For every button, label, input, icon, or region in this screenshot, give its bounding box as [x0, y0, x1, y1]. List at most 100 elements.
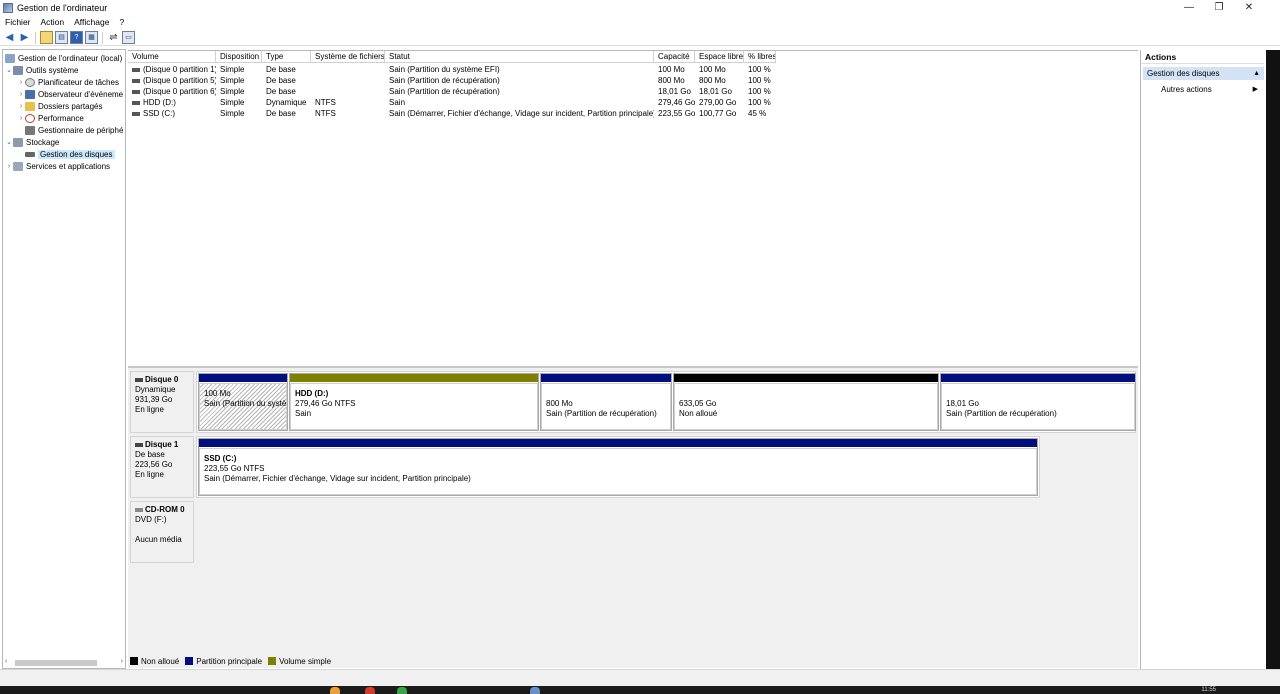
partition-recovery-5[interactable]: 800 Mo Sain (Partition de récupération)	[540, 373, 672, 431]
help-icon[interactable]: ?	[70, 31, 83, 44]
scroll-right-icon[interactable]: ›	[121, 658, 123, 665]
expand-chevron-icon[interactable]: ›	[17, 79, 25, 86]
table-cell: 100,77 Go	[699, 109, 737, 118]
minimize-button[interactable]: —	[1174, 0, 1204, 16]
volume-icon	[132, 89, 140, 94]
taskbar-computer-management-icon[interactable]	[530, 687, 540, 694]
actions-pane: Actions Gestion des disques ▲ Autres act…	[1140, 50, 1264, 669]
table-row-volume[interactable]: (Disque 0 partition 1)	[128, 64, 216, 75]
tree-item-shared-folders[interactable]: › Dossiers partagés	[17, 100, 102, 112]
menu-fichier[interactable]: Fichier	[0, 16, 36, 29]
partition-efi[interactable]: 100 Mo Sain (Partition du systèm	[198, 373, 288, 431]
menu-help[interactable]: ?	[114, 16, 129, 29]
taskbar-app-icon[interactable]	[397, 687, 407, 694]
table-cell	[311, 86, 385, 97]
close-button[interactable]: ✕	[1234, 0, 1264, 16]
collapse-up-icon[interactable]: ▲	[1253, 67, 1260, 80]
partition-recovery-6[interactable]: 18,01 Go Sain (Partition de récupération…	[940, 373, 1136, 431]
table-cell: Sain (Partition de récupération)	[389, 87, 500, 96]
clock-icon	[25, 77, 35, 87]
col-volume[interactable]: Volume	[128, 51, 216, 63]
table-cell: 100 %	[748, 76, 771, 85]
actions-section-disk-management[interactable]: Gestion des disques ▲	[1143, 67, 1264, 80]
taskbar-clock[interactable]: 11:55	[1201, 686, 1216, 694]
restore-button[interactable]: ❐	[1204, 0, 1234, 16]
tree-item-event-viewer[interactable]: › Observateur d'événeme	[17, 88, 123, 100]
legend-simple: Volume simple	[268, 657, 331, 666]
status-bar	[0, 669, 1280, 686]
services-icon	[13, 161, 23, 171]
back-arrow-icon[interactable]: ◀	[3, 31, 16, 44]
table-row-volume[interactable]: SSD (C:)	[128, 108, 216, 119]
tree-item-disk-management[interactable]: Gestion des disques	[25, 148, 115, 160]
collapse-chevron-icon[interactable]: ⌄	[5, 66, 13, 74]
tree-storage[interactable]: ⌄ Stockage	[5, 136, 59, 148]
connect-icon[interactable]: ⇌	[107, 31, 120, 44]
tree-item-task-scheduler[interactable]: › Planificateur de tâches	[17, 76, 119, 88]
partition-hdd-d[interactable]: HDD (D:) 279,46 Go NTFS Sain	[289, 373, 539, 431]
table-cell: 100 Mo	[658, 65, 685, 74]
partition-ssd-c[interactable]: SSD (C:) 223,55 Go NTFS Sain (Démarrer, …	[198, 438, 1038, 496]
col-disposition[interactable]: Disposition	[216, 51, 262, 63]
table-cell	[311, 75, 385, 86]
table-cell: 18,01 Go	[699, 87, 732, 96]
col-status[interactable]: Statut	[385, 51, 654, 63]
expand-chevron-icon[interactable]: ›	[17, 91, 25, 98]
up-folder-icon[interactable]	[40, 31, 53, 44]
volume-icon	[132, 100, 140, 105]
table-cell: NTFS	[315, 98, 336, 107]
toolbar-separator	[102, 31, 103, 44]
menu-affichage[interactable]: Affichage	[69, 16, 114, 29]
table-cell	[311, 64, 385, 75]
expand-chevron-icon[interactable]: ›	[5, 163, 13, 170]
taskbar: 11:55	[0, 686, 1280, 694]
table-cell: 800 Mo	[699, 76, 726, 85]
menu-action[interactable]: Action	[36, 16, 70, 29]
disk1-label[interactable]: Disque 1 De base 223,56 Go En ligne	[130, 436, 194, 498]
right-edge-strip	[1266, 50, 1280, 669]
table-cell: 223,55 Go	[658, 109, 695, 118]
volume-icon	[132, 111, 140, 116]
scroll-thumb[interactable]	[15, 660, 97, 666]
col-capacity[interactable]: Capacité	[654, 51, 695, 63]
forward-arrow-icon[interactable]: ▶	[18, 31, 31, 44]
col-filesystem[interactable]: Système de fichiers	[311, 51, 385, 63]
table-row-volume[interactable]: HDD (D:)	[128, 97, 216, 108]
tree-item-device-manager[interactable]: Gestionnaire de périphé	[25, 124, 123, 136]
scroll-left-icon[interactable]: ‹	[5, 658, 7, 665]
table-cell: Sain (Partition du système EFI)	[389, 65, 500, 74]
volume-list: Volume Disposition Type Système de fichi…	[128, 50, 1138, 364]
view-icon[interactable]: ▭	[122, 31, 135, 44]
tree-services[interactable]: › Services et applications	[5, 160, 110, 172]
collapse-chevron-icon[interactable]: ⌄	[5, 138, 13, 146]
table-cell: 45 %	[748, 109, 767, 118]
expand-chevron-icon[interactable]: ›	[17, 103, 25, 110]
simple-volume-bar	[290, 374, 538, 382]
primary-partition-bar	[199, 374, 287, 382]
tree-root[interactable]: Gestion de l'ordinateur (local)	[5, 52, 122, 64]
actions-more[interactable]: Autres actions ▶	[1141, 83, 1264, 97]
col-free-space[interactable]: Espace libre	[695, 51, 744, 63]
tree-system-tools[interactable]: ⌄ Outils système	[5, 64, 78, 76]
disk0-label[interactable]: Disque 0 Dynamique 931,39 Go En ligne	[130, 371, 194, 433]
table-row-volume[interactable]: (Disque 0 partition 6)	[128, 86, 216, 97]
taskbar-folder-icon[interactable]	[330, 687, 340, 694]
computer-management-icon	[3, 3, 13, 13]
table-cell: Simple	[220, 98, 245, 107]
disk-icon	[25, 151, 35, 157]
tree-item-performance[interactable]: › Performance	[17, 112, 84, 124]
volume-icon	[132, 67, 140, 72]
console-tree: Gestion de l'ordinateur (local) ⌄ Outils…	[2, 49, 126, 669]
expand-chevron-icon[interactable]: ›	[17, 115, 25, 122]
cdrom-label[interactable]: CD-ROM 0 DVD (F:) Aucun média	[130, 501, 194, 563]
properties-icon[interactable]: ▦	[85, 31, 98, 44]
tree-horizontal-scrollbar[interactable]: ‹ ›	[5, 658, 123, 668]
col-type[interactable]: Type	[262, 51, 311, 63]
partition-unallocated[interactable]: 633,05 Go Non alloué	[673, 373, 939, 431]
show-hide-tree-icon[interactable]: ▤	[55, 31, 68, 44]
col-percent-free[interactable]: % libres	[744, 51, 776, 63]
taskbar-browser-icon[interactable]	[365, 687, 375, 694]
table-row-volume[interactable]: (Disque 0 partition 5)	[128, 75, 216, 86]
toolbar: ◀ ▶ ▤ ? ▦ ⇌ ▭	[0, 30, 1280, 46]
title-bar: Gestion de l'ordinateur	[0, 0, 1280, 16]
